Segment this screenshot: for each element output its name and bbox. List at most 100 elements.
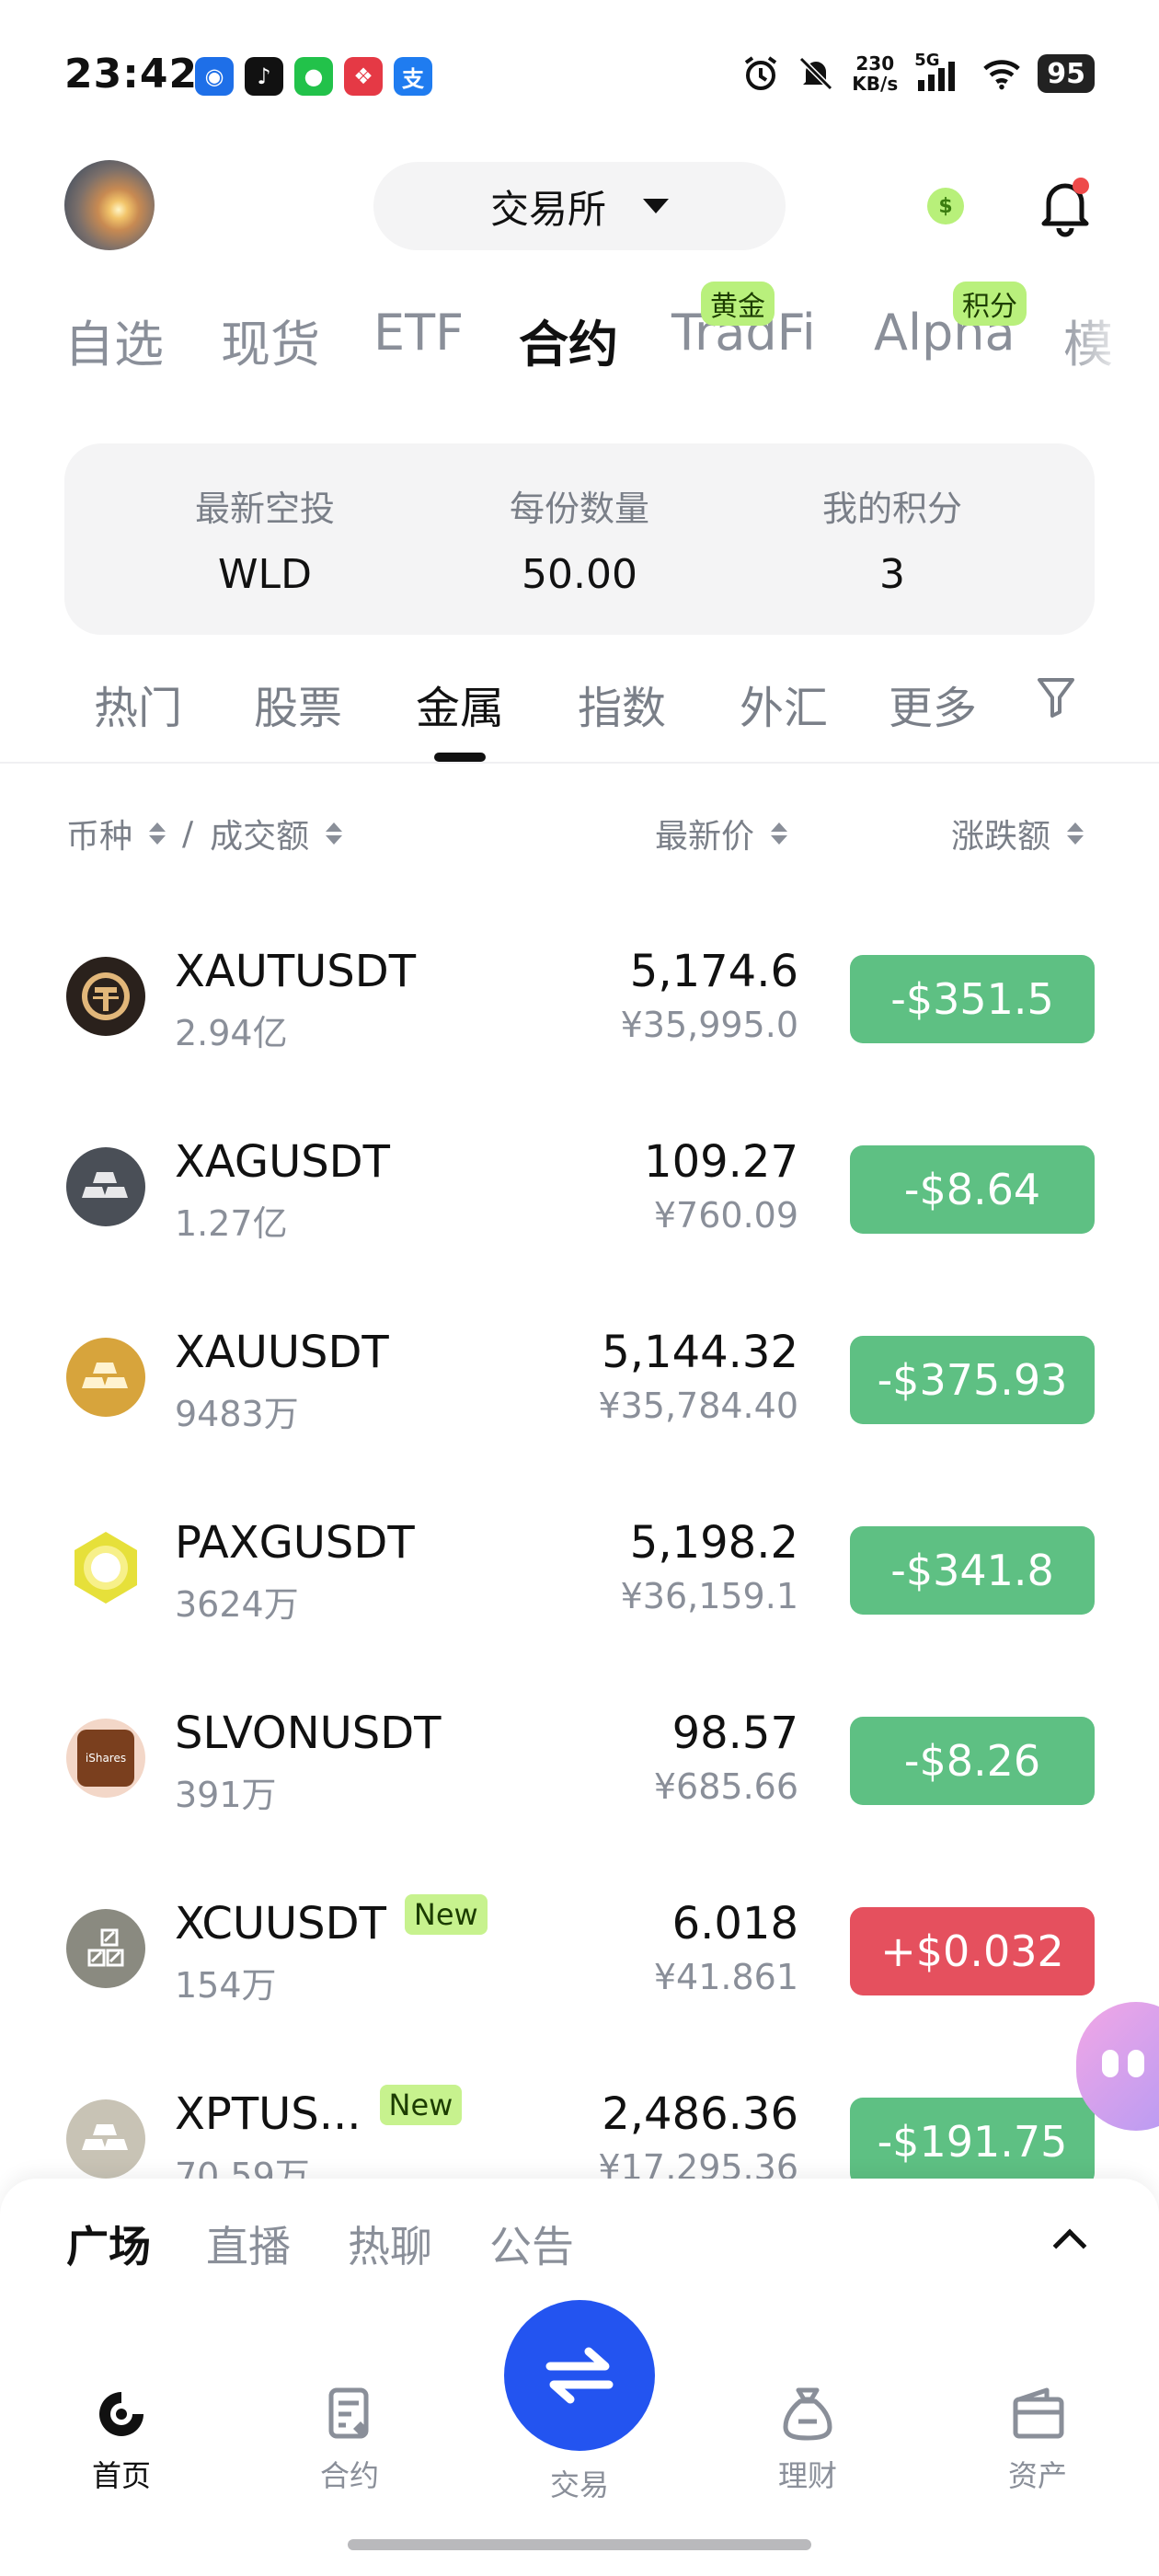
row-change-badge[interactable]: -$8.26 bbox=[850, 1717, 1095, 1805]
sort-icon[interactable] bbox=[149, 822, 166, 845]
nav-home[interactable]: 首页 bbox=[57, 2385, 186, 2495]
market-row[interactable]: iShares SLVONUSDT 391万 98.57 ¥685.66 -$8… bbox=[0, 1682, 1159, 1872]
network-speed-value: 230 bbox=[855, 52, 895, 75]
row-price: 6.018 bbox=[671, 1898, 798, 1949]
tab-futures[interactable]: 合约 bbox=[519, 304, 618, 376]
subtab-index[interactable]: 指数 bbox=[578, 672, 666, 736]
filter-icon[interactable] bbox=[1036, 675, 1076, 718]
row-price: 98.57 bbox=[671, 1708, 798, 1759]
status-right: 230 KB/s 5G 95 bbox=[741, 51, 1095, 95]
airdrop-points-value: 3 bbox=[879, 551, 905, 598]
swap-arrows-icon bbox=[545, 2347, 614, 2404]
money-bag-icon bbox=[778, 2385, 837, 2444]
tiktok-icon: ♪ bbox=[245, 57, 283, 96]
network-speed-unit: KB/s bbox=[852, 73, 899, 95]
exchange-switcher[interactable]: 交易所 bbox=[373, 162, 786, 250]
airdrop-points-label: 我的积分 bbox=[821, 489, 962, 529]
nav-trade-label: 交易 bbox=[549, 2467, 609, 2502]
subtab-metals[interactable]: 金属 bbox=[416, 672, 504, 736]
sort-icon bbox=[1067, 822, 1084, 845]
status-bar: 23:42 ◉ ♪ ● ❖ 支 230 KB/s 5G 95 bbox=[0, 0, 1159, 156]
alarm-icon bbox=[741, 54, 780, 93]
market-row[interactable]: XAUTUSDT 2.94亿 5,174.6 ¥35,995.0 -$351.5 bbox=[0, 920, 1159, 1110]
sort-icon[interactable] bbox=[326, 822, 343, 845]
network-type: 5G bbox=[914, 51, 940, 70]
copper-bars-icon bbox=[66, 1909, 145, 1988]
row-change-badge[interactable]: -$375.93 bbox=[850, 1336, 1095, 1424]
market-row[interactable]: XCUUSDT New 154万 6.018 ¥41.861 +$0.032 bbox=[0, 1872, 1159, 2063]
nav-earn-label: 理财 bbox=[777, 2458, 837, 2493]
tab-spot[interactable]: 现货 bbox=[221, 304, 320, 376]
subtab-more[interactable]: 更多 bbox=[889, 672, 977, 736]
column-header-symbol: 币种 / 成交额 bbox=[66, 810, 343, 857]
column-header-change[interactable]: 涨跌额 bbox=[951, 810, 1084, 857]
nav-home-label: 首页 bbox=[91, 2458, 151, 2493]
category-tabs: 热门 股票 金属 指数 外汇 更多 bbox=[0, 672, 1159, 764]
airdrop-latest: 最新空投 WLD bbox=[127, 480, 403, 598]
row-symbol-text: XAUUSDT bbox=[175, 1327, 389, 1378]
app-notification-icon-2: ❖ bbox=[344, 57, 383, 96]
nav-assets[interactable]: 资产 bbox=[973, 2385, 1102, 2495]
row-change-badge[interactable]: -$341.8 bbox=[850, 1526, 1095, 1615]
row-price: 2,486.36 bbox=[602, 2088, 798, 2140]
market-row[interactable]: XAGUSDT 1.27亿 109.27 ¥760.09 -$8.64 bbox=[0, 1110, 1159, 1301]
silver-bars-icon bbox=[66, 1147, 145, 1226]
chevron-up-icon[interactable] bbox=[1052, 2228, 1087, 2263]
subtab-stocks[interactable]: 股票 bbox=[254, 672, 342, 736]
home-indicator[interactable] bbox=[348, 2539, 811, 2550]
feed-tab-live[interactable]: 直播 bbox=[206, 2214, 291, 2274]
tab-favorites[interactable]: 自选 bbox=[64, 304, 164, 376]
wallet-icon bbox=[1008, 2385, 1067, 2444]
row-change-badge[interactable]: -$191.75 bbox=[850, 2098, 1095, 2186]
row-volume: 391万 bbox=[175, 1775, 277, 1815]
market-row[interactable]: PAXGUSDT 3624万 5,198.2 ¥36,159.1 -$341.8 bbox=[0, 1491, 1159, 1682]
nav-assets-label: 资产 bbox=[1007, 2458, 1067, 2493]
tab-etf[interactable]: ETF bbox=[373, 304, 464, 362]
feed-tab-square[interactable]: 广场 bbox=[66, 2214, 151, 2274]
mute-icon bbox=[797, 54, 835, 93]
pax-gold-icon bbox=[66, 1528, 145, 1607]
row-symbol: PAXGUSDT bbox=[175, 1517, 415, 1569]
dollar-coin-icon[interactable]: $ bbox=[927, 188, 964, 224]
row-change-badge[interactable]: -$351.5 bbox=[850, 955, 1095, 1043]
row-change-badge[interactable]: +$0.032 bbox=[850, 1907, 1095, 1995]
battery-indicator: 95 bbox=[1038, 54, 1095, 93]
nav-futures-label: 合约 bbox=[319, 2458, 379, 2493]
airdrop-card[interactable]: 最新空投 WLD 每份数量 50.00 我的积分 3 bbox=[64, 443, 1095, 635]
avatar[interactable] bbox=[64, 160, 155, 250]
market-row[interactable]: XAUUSDT 9483万 5,144.32 ¥35,784.40 -$375.… bbox=[0, 1301, 1159, 1491]
home-icon bbox=[92, 2385, 151, 2444]
row-symbol-text: XCUUSDT bbox=[175, 1898, 386, 1949]
alipay-icon: 支 bbox=[394, 57, 432, 96]
subtab-hot[interactable]: 热门 bbox=[94, 672, 182, 736]
tradfi-gold-badge: 黄金 bbox=[701, 282, 775, 326]
row-symbol-text: XPTUS... bbox=[175, 2088, 361, 2140]
new-badge: New bbox=[379, 2085, 463, 2125]
row-price: 5,174.6 bbox=[629, 946, 798, 997]
notification-bell-icon[interactable] bbox=[1038, 175, 1093, 237]
airdrop-latest-value: WLD bbox=[218, 551, 312, 598]
airdrop-points: 我的积分 3 bbox=[754, 480, 1030, 598]
row-symbol-text: XAUTUSDT bbox=[175, 946, 417, 997]
row-price-cny: ¥41.861 bbox=[653, 1957, 798, 1997]
col-volume-label[interactable]: 成交额 bbox=[210, 810, 309, 857]
exchange-label: 交易所 bbox=[489, 186, 606, 232]
trade-button[interactable] bbox=[504, 2300, 655, 2451]
row-price: 5,198.2 bbox=[629, 1517, 798, 1569]
row-symbol-text: PAXGUSDT bbox=[175, 1517, 415, 1569]
nav-futures[interactable]: 合约 bbox=[285, 2385, 414, 2495]
row-price-cny: ¥36,159.1 bbox=[620, 1576, 798, 1616]
status-time: 23:42 bbox=[64, 51, 199, 98]
column-header-price[interactable]: 最新价 bbox=[655, 810, 788, 857]
row-symbol-text: SLVONUSDT bbox=[175, 1708, 442, 1759]
signal-icon: 5G bbox=[914, 51, 966, 93]
row-price-cny: ¥35,784.40 bbox=[598, 1386, 798, 1426]
nav-earn[interactable]: 理财 bbox=[743, 2385, 872, 2495]
col-symbol-label[interactable]: 币种 bbox=[66, 810, 132, 857]
feed-tab-announcements[interactable]: 公告 bbox=[489, 2214, 574, 2274]
subtab-forex[interactable]: 外汇 bbox=[740, 672, 828, 736]
feed-tab-hot-chat[interactable]: 热聊 bbox=[348, 2214, 432, 2274]
futures-doc-icon bbox=[320, 2385, 379, 2444]
row-change-badge[interactable]: -$8.64 bbox=[850, 1145, 1095, 1234]
col-separator: / bbox=[182, 814, 194, 853]
